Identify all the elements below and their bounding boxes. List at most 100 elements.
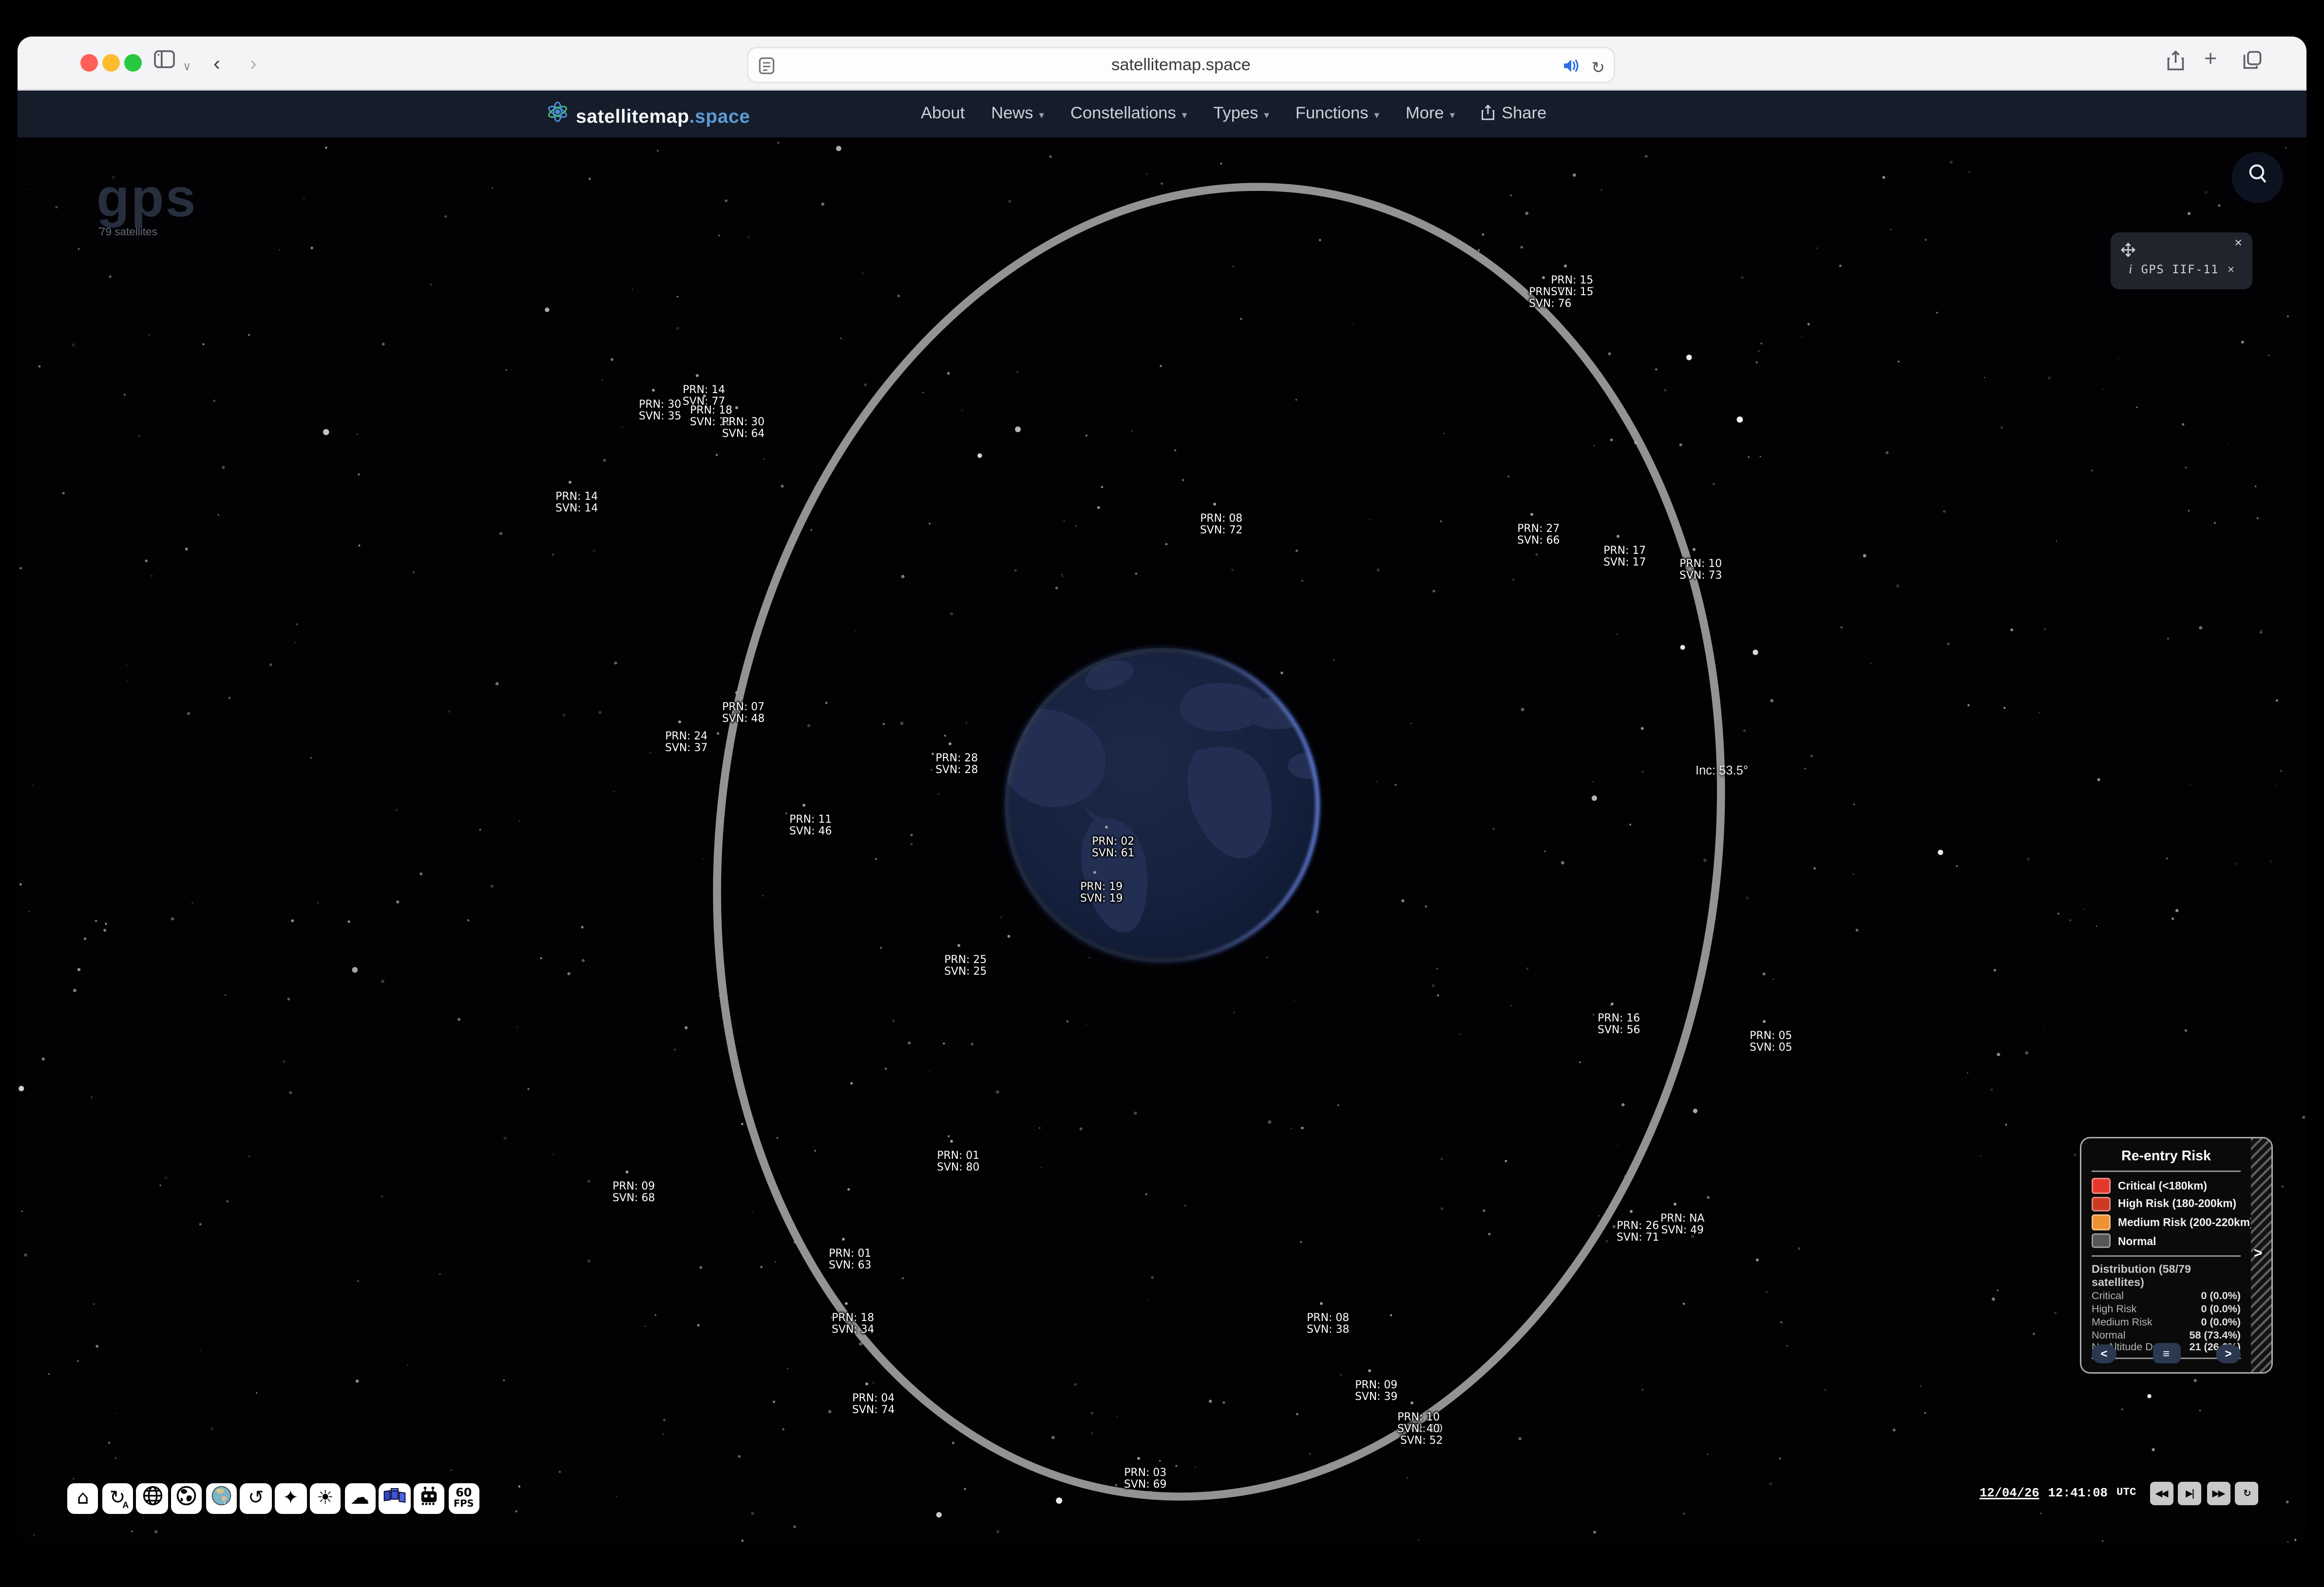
svn-line: SVN: 39 [1355, 1392, 1397, 1404]
distribution-label: Normal [2092, 1328, 2126, 1341]
risk-next-button[interactable]: > [2216, 1344, 2241, 1363]
satellite-label-prn-14-svn-14[interactable]: PRN: 14SVN: 14 [555, 491, 598, 515]
svn-line: SVN: 56 [1598, 1025, 1640, 1037]
forward-icon[interactable]: › [250, 50, 257, 76]
rotate-button[interactable]: ↺ [240, 1483, 271, 1514]
distribution-value: 0 (0.0%) [2201, 1302, 2241, 1315]
sun-button[interactable]: ☀ [309, 1483, 341, 1514]
reload-icon[interactable]: ↻ [1591, 58, 1605, 77]
satellite-label-prn-24-svn-37[interactable]: PRN: 24SVN: 37 [665, 731, 707, 755]
satellite-label-prn-17-svn-17[interactable]: PRN: 17SVN: 17 [1603, 545, 1646, 569]
date-label[interactable]: 12/04/26 [1980, 1486, 2039, 1501]
earth-color-button[interactable] [206, 1483, 237, 1514]
satellite-label-prn-19-svn-19[interactable]: PRN: 19SVN: 19 [1080, 881, 1123, 906]
fast-forward-button[interactable]: ▶▶ [2207, 1482, 2230, 1505]
svn-line: SVN: 28 [935, 765, 978, 777]
move-handle-icon[interactable] [2121, 238, 2135, 264]
nav-item-types[interactable]: Types▾ [1213, 105, 1269, 123]
sidebar-icon[interactable] [153, 50, 175, 76]
inclination-label: Inc: 53.5° [1695, 763, 1748, 777]
satellite-label-prn-30-svn-64[interactable]: PRN: 30SVN: 64 [722, 416, 764, 441]
tabs-overview-icon[interactable] [2242, 50, 2263, 77]
svn-line: SVN: 19 [1080, 893, 1123, 906]
satellite-label-prn-10-svn-40[interactable]: PRN: 10SVN: 40 [1397, 1412, 1440, 1436]
legend-label: High Risk (180-200km) [2118, 1197, 2236, 1210]
satellite-label-prn-15-svn-15[interactable]: PRN: 15SVN: 15 [1551, 275, 1593, 299]
satellite-label-prn-11-svn-46[interactable]: PRN: 11SVN: 46 [789, 814, 832, 838]
auto-rotate-button[interactable]: ↻A [102, 1483, 133, 1514]
risk-prev-button[interactable]: < [2092, 1344, 2116, 1363]
deselect-satellite-icon[interactable]: × [2228, 263, 2234, 276]
satellite-label-prn-NA-svn-49[interactable]: PRN: NASVN: 49 [1660, 1213, 1705, 1237]
satellite-label-prn-01-svn-80[interactable]: PRN: 01SVN: 80 [937, 1150, 979, 1174]
satellite-label-prn-18-svn-34[interactable]: PRN: 18SVN: 34 [832, 1312, 874, 1337]
distribution-row: High Risk0 (0.0%) [2092, 1303, 2241, 1315]
chevron-down-icon[interactable]: ∨ [183, 54, 191, 80]
site-navbar: satellitemap.space About News▾ Constellati… [18, 91, 2306, 137]
nav-item-about[interactable]: About [921, 105, 965, 123]
map-scene[interactable]: gps 79 satellites Inc: 53.5° × i GPS IIF… [18, 137, 2306, 1543]
back-icon[interactable]: ‹ [213, 50, 220, 76]
logo-text: satellitemap.space [576, 105, 750, 127]
reader-icon[interactable] [759, 56, 775, 82]
satellite-label-prn-27-svn-66[interactable]: PRN: 27SVN: 66 [1517, 523, 1560, 548]
satellite-label-prn-10-svn-73[interactable]: PRN: 10SVN: 73 [1679, 558, 1722, 583]
svn-line: SVN: 46 [789, 826, 832, 838]
satellite-label-prn-30-svn-35[interactable]: PRN: 30SVN: 35 [639, 399, 681, 423]
panel-collapse-handle[interactable]: > [2251, 1138, 2271, 1372]
sparkles-button[interactable]: ✦ [275, 1483, 306, 1514]
svn-line: SVN: 63 [829, 1260, 871, 1272]
browser-chrome: ∨ ‹ › satellitemap.space ↻ + [18, 37, 2306, 91]
address-bar[interactable]: satellitemap.space ↻ [747, 47, 1615, 83]
site-logo[interactable]: satellitemap.space [547, 101, 750, 130]
satellite-label-prn-01-svn-63[interactable]: PRN: 01SVN: 63 [829, 1248, 871, 1272]
satellite-label-prn-25-svn-25[interactable]: PRN: 25SVN: 25 [944, 954, 987, 979]
satellite-label-prn-04-svn-74[interactable]: PRN: 04SVN: 74 [852, 1393, 895, 1417]
collapse-chevron-icon: > [2254, 1246, 2263, 1262]
robot-button[interactable] [414, 1483, 445, 1514]
play-pause-button[interactable]: ▶| [2178, 1482, 2201, 1505]
satellite-label-prn-08-svn-72[interactable]: PRN: 08SVN: 72 [1200, 513, 1242, 537]
satellite-label-prn-09-svn-39[interactable]: PRN: 09SVN: 39 [1355, 1379, 1397, 1404]
earth-mono-button[interactable] [171, 1483, 202, 1514]
nav-item-more[interactable]: More▾ [1406, 105, 1455, 123]
clouds-button[interactable]: ☁ [344, 1483, 376, 1514]
search-icon [2246, 162, 2269, 193]
fps-button[interactable]: 60FPS [448, 1483, 479, 1514]
satellite-label-prn-28-svn-28[interactable]: PRN: 28SVN: 28 [935, 753, 978, 777]
nav-item-share[interactable]: Share [1481, 103, 1546, 125]
info-icon[interactable]: i [2129, 262, 2133, 276]
satellite-label-prn-03-svn-69[interactable]: PRN: 03SVN: 69 [1124, 1467, 1166, 1492]
nav-item-constellations[interactable]: Constellations▾ [1070, 105, 1187, 123]
svn-line: SVN: 05 [1750, 1042, 1792, 1055]
legend-label: Medium Risk (200-220km) [2118, 1216, 2254, 1229]
satellite-button[interactable] [379, 1483, 410, 1514]
close-panel-icon[interactable]: × [2234, 235, 2242, 250]
nav-item-news[interactable]: News▾ [991, 105, 1044, 123]
new-tab-icon[interactable]: + [2204, 47, 2217, 73]
zoom-window-button[interactable] [124, 54, 142, 72]
minimize-window-button[interactable] [102, 54, 120, 72]
satellite-label-prn-05-svn-05[interactable]: PRN: 05SVN: 05 [1750, 1030, 1792, 1055]
satellite-label-prn-16-svn-56[interactable]: PRN: 16SVN: 56 [1598, 1013, 1640, 1037]
nav-item-label: Constellations [1070, 105, 1176, 123]
audio-playing-icon[interactable] [1562, 54, 1580, 80]
share-icon[interactable] [2166, 50, 2185, 79]
satellite-label-prn-07-svn-48[interactable]: PRN: 07SVN: 48 [722, 701, 764, 726]
globe-grid-button[interactable] [136, 1483, 168, 1514]
satellite-label-prn-09-svn-68[interactable]: PRN: 09SVN: 68 [612, 1181, 655, 1205]
nav-item-functions[interactable]: Functions▾ [1295, 105, 1379, 123]
chevron-down-icon: ▾ [1374, 110, 1379, 121]
close-window-button[interactable] [80, 54, 98, 72]
risk-menu-button[interactable]: ≡ [2153, 1343, 2180, 1363]
home-button[interactable]: ⌂ [67, 1483, 98, 1514]
earth[interactable] [998, 646, 1329, 964]
search-button[interactable] [2232, 152, 2283, 203]
browser-window: ∨ ‹ › satellitemap.space ↻ + [18, 37, 2306, 1543]
satellite-label-prn-26-svn-71[interactable]: PRN: 26SVN: 71 [1617, 1220, 1659, 1245]
reset-time-button[interactable]: ↻ [2235, 1482, 2258, 1505]
distribution-row: Normal58 (73.4%) [2092, 1328, 2241, 1341]
skip-back-button[interactable]: ◀◀ [2150, 1482, 2173, 1505]
satellite-label-prn-08-svn-38[interactable]: PRN: 08SVN: 38 [1307, 1312, 1349, 1337]
satellite-label-prn-02-svn-61[interactable]: PRN: 02SVN: 61 [1092, 836, 1134, 860]
